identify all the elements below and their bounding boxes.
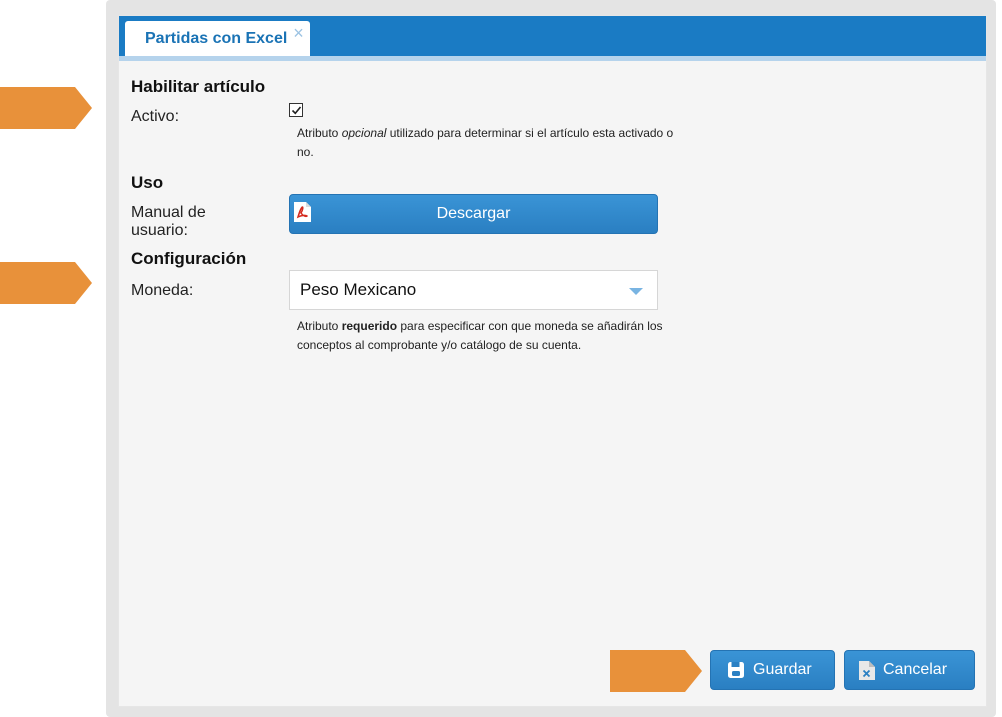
guardar-label: Guardar <box>753 661 812 678</box>
moneda-select[interactable]: Peso Mexicano <box>289 270 658 310</box>
descargar-label: Descargar <box>436 205 511 222</box>
form-panel: Partidas con Excel × Habilitar artículo … <box>118 15 987 707</box>
file-cancel-icon <box>859 660 875 680</box>
floppy-disk-icon <box>727 661 745 679</box>
window-frame: Partidas con Excel × Habilitar artículo … <box>106 0 996 717</box>
checkmark-icon <box>291 106 302 115</box>
help-prefix: Atributo <box>297 319 342 333</box>
descargar-button[interactable]: Descargar <box>289 194 658 234</box>
tab-label: Partidas con Excel <box>145 29 288 47</box>
tab-bar: Partidas con Excel × <box>119 16 986 61</box>
manual-label-line1: Manual de <box>131 204 206 221</box>
manual-label-line2: usuario: <box>131 222 188 239</box>
section-title-configuracion: Configuración <box>131 249 247 268</box>
moneda-selected-value: Peso Mexicano <box>300 280 417 299</box>
guardar-button[interactable]: Guardar <box>710 650 835 690</box>
arrow-marker-configuracion <box>0 262 92 304</box>
moneda-label: Moneda: <box>131 282 194 299</box>
section-title-habilitar: Habilitar artículo <box>131 77 266 96</box>
help-strong: requerido <box>341 319 398 333</box>
moneda-help-text: Atributo requerido para especificar con … <box>297 317 677 355</box>
help-emphasis: opcional <box>341 126 387 140</box>
chevron-down-icon <box>629 288 643 295</box>
help-prefix: Atributo <box>297 126 342 140</box>
tab-partidas-con-excel[interactable]: Partidas con Excel × <box>125 21 310 56</box>
arrow-marker-habilitar <box>0 87 92 129</box>
close-icon[interactable]: × <box>293 23 304 44</box>
manual-label: Manual de usuario: <box>131 204 206 240</box>
activo-checkbox[interactable] <box>289 103 303 117</box>
activo-label: Activo: <box>131 108 180 125</box>
section-title-uso: Uso <box>131 173 164 192</box>
cancelar-button[interactable]: Cancelar <box>844 650 975 690</box>
activo-help-text: Atributo opcional utilizado para determi… <box>297 124 677 162</box>
arrow-marker-guardar <box>610 650 702 692</box>
cancelar-label: Cancelar <box>883 661 948 678</box>
pdf-icon <box>294 202 311 222</box>
